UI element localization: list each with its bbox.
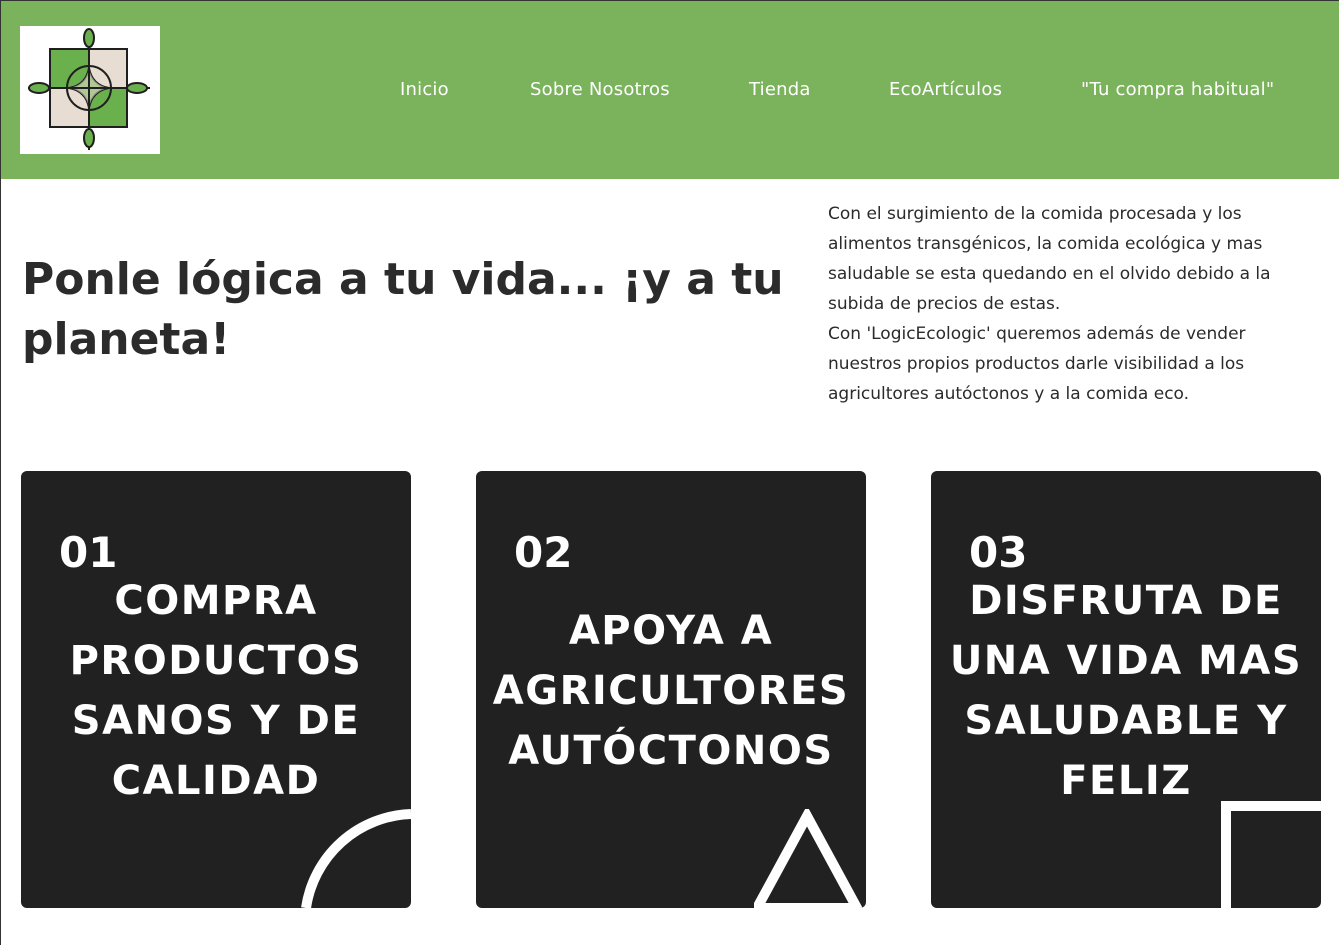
card-2-title: APOYA A AGRICULTORES AUTÓCTONOS: [492, 608, 850, 774]
hero-intro: Con el surgimiento de la comida procesad…: [828, 199, 1323, 409]
nav-link-sobre-nosotros[interactable]: Sobre Nosotros: [530, 79, 670, 100]
intro-paragraph-2: Con 'LogicEcologic' queremos además de v…: [828, 324, 1246, 404]
nav-link-ecoarticulos[interactable]: EcoArtículos: [889, 79, 1002, 100]
hero-headline: Ponle lógica a tu vida... ¡y a tu planet…: [22, 254, 784, 365]
nav-link-inicio[interactable]: Inicio: [400, 79, 449, 100]
card-1-title: COMPRA PRODUCTOS SANOS Y DE CALIDAD: [69, 578, 363, 804]
card-2-number: 02: [514, 528, 573, 577]
card-3-title: DISFRUTA DE UNA VIDA MAS SALUDABLE Y FEL…: [949, 578, 1303, 804]
site-header: Inicio Sobre Nosotros Tienda EcoArtículo…: [1, 0, 1339, 179]
intro-paragraph-1: Con el surgimiento de la comida procesad…: [828, 204, 1271, 314]
triangle-icon: [754, 809, 863, 908]
nav-link-tu-compra-habitual[interactable]: "Tu compra habitual": [1081, 79, 1274, 100]
square-icon: [1221, 801, 1321, 908]
main-nav: Inicio Sobre Nosotros Tienda EcoArtículo…: [1, 79, 1339, 103]
nav-link-tienda[interactable]: Tienda: [749, 79, 811, 100]
quarter-circle-icon: [301, 809, 411, 908]
